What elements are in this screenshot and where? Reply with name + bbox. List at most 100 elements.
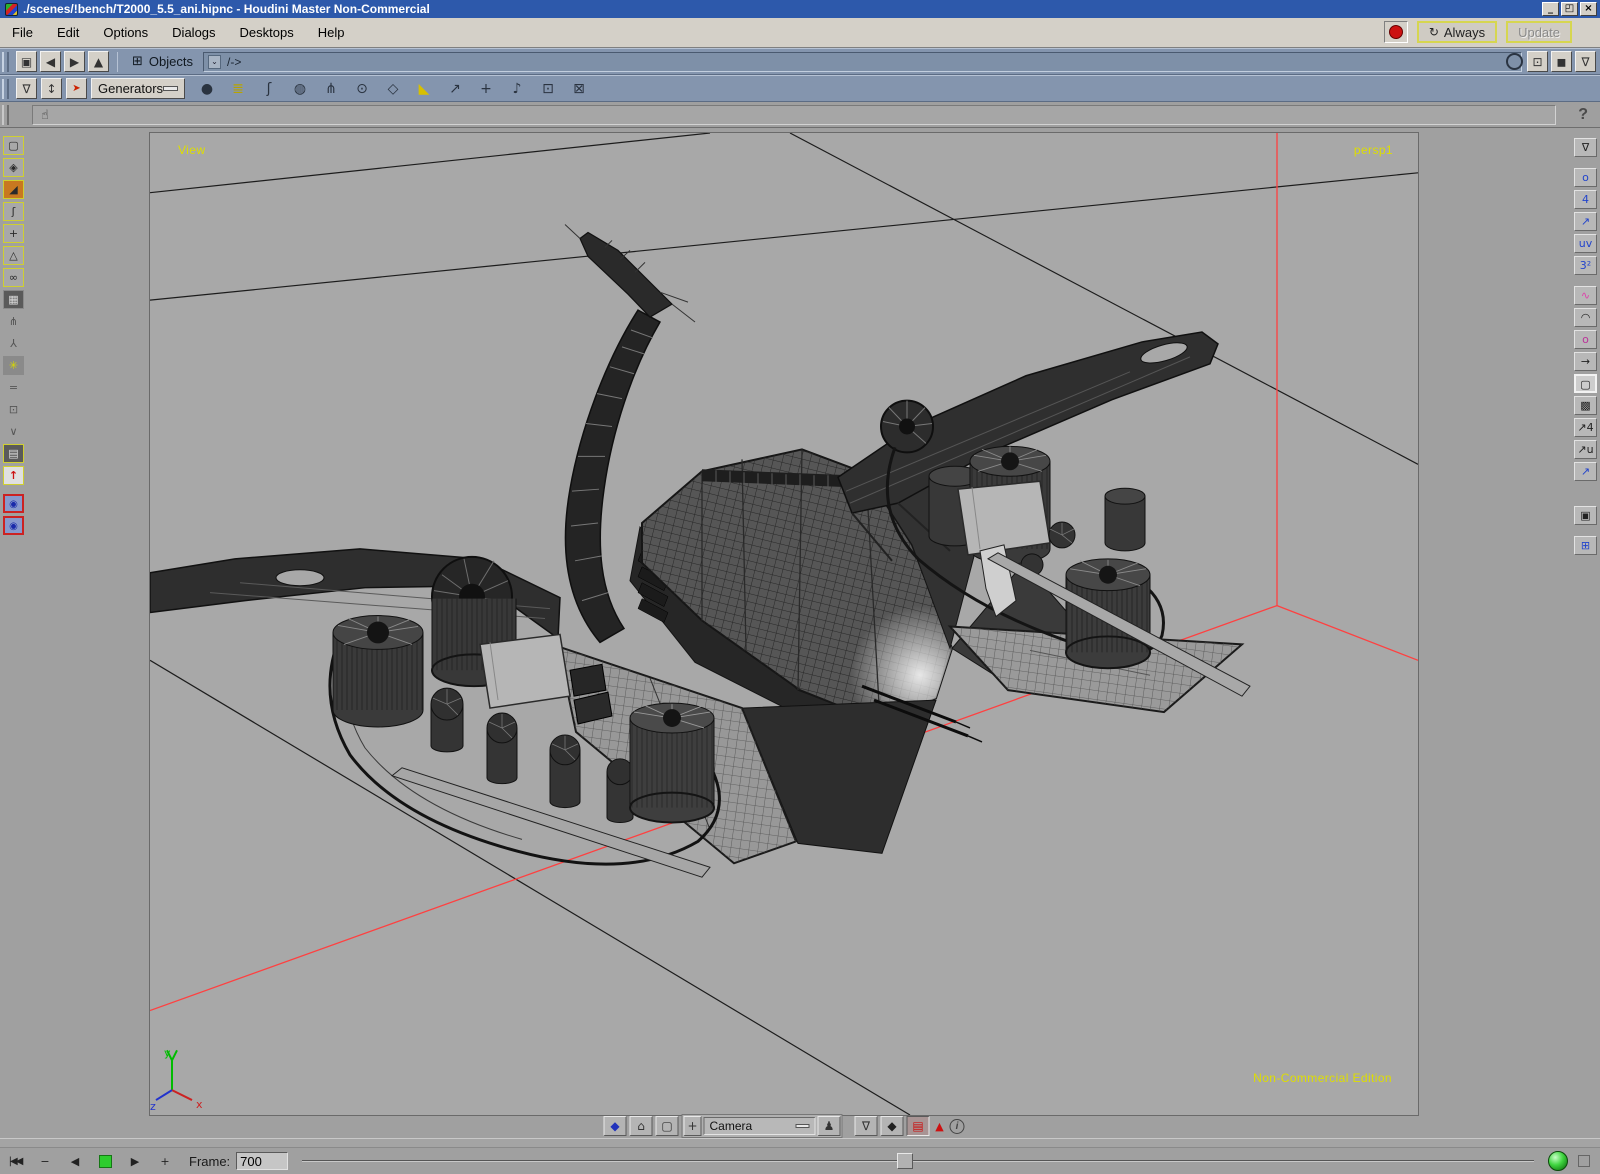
up-level-button[interactable]: ▲ [88,51,109,72]
viewport-3d[interactable]: View persp1 Non-Commercial Edition [150,133,1418,1115]
template-box-icon[interactable]: ▢ [1574,374,1597,393]
geometry-icon[interactable]: ▢ [3,136,24,155]
paint-view2-icon[interactable]: ◉ [3,516,24,535]
shape-tool-icon[interactable]: → [1574,352,1597,371]
menu-file[interactable]: File [0,21,45,44]
transform4-icon[interactable]: ↗4 [1574,418,1597,437]
home-view-button[interactable]: ⌂ [630,1116,653,1136]
updown-button[interactable]: ↕ [41,78,62,99]
forward-arrow-button[interactable]: ▶ [64,51,85,72]
blend-icon[interactable]: △ [3,246,24,265]
stop-button[interactable] [95,1152,115,1170]
comb-icon[interactable]: ▦ [3,290,24,309]
bone-tool-icon[interactable]: ʃ [259,81,279,97]
null-plus-icon[interactable]: + [476,81,496,97]
timeline-track[interactable] [302,1152,1534,1170]
frame-decrement-button[interactable]: − [35,1152,55,1170]
operation-field[interactable]: ☝ [32,105,1556,125]
point-tool-icon[interactable]: o [1574,330,1597,349]
null-icon[interactable]: + [3,224,24,243]
edges-mode-icon[interactable]: ↗ [1574,212,1597,231]
paint-view1-icon[interactable]: ◉ [3,494,24,513]
network2-icon[interactable]: ⅄ [3,334,24,353]
prims-mode-icon[interactable]: 4 [1574,190,1597,209]
sphere-tool-icon[interactable]: ● [197,81,217,97]
transform-world-icon[interactable]: ↗ [1574,462,1597,481]
path-dropdown-icon[interactable]: ⌄ [208,55,221,69]
filter-display-button[interactable]: ∇ [1575,51,1596,72]
network-type-label[interactable]: ⊞ Objects [126,54,199,69]
go-to-start-button[interactable]: |◀◀ [5,1152,25,1170]
select-mode-button[interactable]: ∇ [16,78,37,99]
up-arrow-icon[interactable]: ↑ [3,466,24,485]
numbers-mode-icon[interactable]: 3² [1574,256,1597,275]
render-record-button[interactable] [1384,21,1408,43]
play-forward-button[interactable]: ▶ [125,1152,145,1170]
atom-icon[interactable]: ✳ [3,356,24,375]
menu-desktops[interactable]: Desktops [228,21,306,44]
frame-increment-button[interactable]: + [155,1152,175,1170]
play-reverse-button[interactable]: ◀ [65,1152,85,1170]
transform-uv-icon[interactable]: ↗u [1574,440,1597,459]
look-through-button[interactable]: ♟ [818,1116,841,1136]
status-ball-icon[interactable] [1548,1151,1568,1171]
spotlight-icon[interactable]: ◣ [414,81,434,97]
surface-tool-icon[interactable]: ◠ [1574,308,1597,327]
pattern-box-icon[interactable]: ▩ [1574,396,1597,415]
op-display-button[interactable]: ▣ [16,51,37,72]
geometry-cube-icon[interactable]: ◇ [383,81,403,97]
minimize-button[interactable]: _ [1542,2,1559,16]
bundle-icon[interactable]: ▤ [3,444,24,463]
menu-options[interactable]: Options [91,21,160,44]
shading-mode-button[interactable]: ◆ [881,1116,904,1136]
chevrons-icon[interactable]: ∨ [3,422,24,441]
restore-button[interactable]: ◰ [1561,2,1578,16]
camera-icon[interactable]: ◈ [3,158,24,177]
timeline-handle[interactable] [897,1153,913,1169]
generators-dropdown[interactable]: Generators [91,78,185,99]
audio-icon[interactable]: ♪ [507,81,527,97]
memory-square-icon[interactable] [1578,1155,1590,1167]
menu-dialogs[interactable]: Dialogs [160,21,227,44]
light-icon[interactable]: ◢ [3,180,24,199]
wand-tool-icon[interactable]: ↗ [445,81,465,97]
lamp-tool-icon[interactable]: ◍ [290,81,310,97]
network1-icon[interactable]: ⋔ [3,312,24,331]
equals-icon[interactable]: = [3,378,24,397]
boxed-node1-icon[interactable]: ⊡ [538,81,558,97]
persp-view-button[interactable]: ◆ [604,1116,627,1136]
boxed-node2-icon[interactable]: ⊠ [569,81,589,97]
flame-performance-icon[interactable]: ▲ [933,1120,947,1133]
network-nodes-icon[interactable]: ⋔ [321,81,341,97]
operation-grip[interactable] [2,105,9,125]
spiral-icon[interactable]: ⊡ [3,400,24,419]
help-button[interactable]: ? [1578,106,1588,124]
curve-tool-icon[interactable]: ∿ [1574,286,1597,305]
camera-select[interactable]: Camera [704,1117,816,1135]
link-ops-button[interactable]: ⊡ [1527,51,1548,72]
metaball-icon[interactable]: ∞ [3,268,24,287]
sync-radio-icon[interactable] [1506,53,1523,70]
menu-help[interactable]: Help [306,21,357,44]
select-funnel-icon[interactable]: ∇ [1574,138,1597,157]
update-button[interactable]: Update [1506,21,1572,43]
uv-mode-icon[interactable]: uv [1574,234,1597,253]
frame-input[interactable] [236,1152,288,1170]
pointer-mode-button[interactable]: ➤ [66,78,87,99]
subnet-tree-icon[interactable]: ≣ [228,81,248,97]
menu-edit[interactable]: Edit [45,21,91,44]
toolbar-grip2[interactable] [2,79,9,99]
object-state-icon[interactable]: ▣ [1574,506,1597,525]
close-button[interactable]: × [1580,2,1597,16]
keyboard-ui-button[interactable]: ▤ [907,1116,930,1136]
info-icon[interactable]: i [950,1119,965,1134]
solo-display-button[interactable]: ◼ [1551,51,1572,72]
frame-view-button[interactable]: ▢ [656,1116,679,1136]
quad-view-icon[interactable]: ⊞ [1574,536,1597,555]
select-funnel-button[interactable]: ∇ [855,1116,878,1136]
find-node-icon[interactable]: ⊙ [352,81,372,97]
back-arrow-button[interactable]: ◀ [40,51,61,72]
toolbar-grip[interactable] [2,52,9,72]
always-update-button[interactable]: ↻ Always [1417,21,1497,43]
titlebar[interactable]: ./scenes/!bench/T2000_5.5_ani.hipnc - Ho… [0,0,1600,18]
